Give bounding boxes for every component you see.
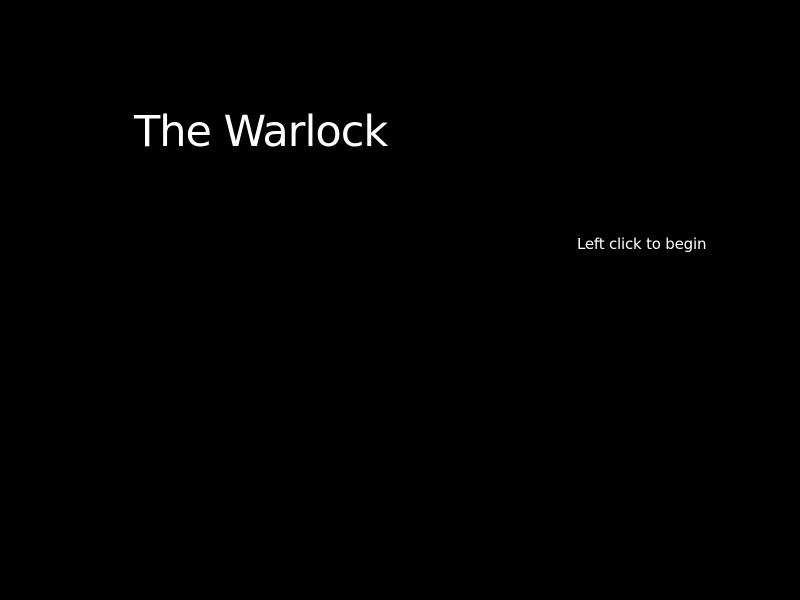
title-screen[interactable]: The Warlock Left click to begin [0,0,800,600]
start-prompt: Left click to begin [577,235,707,253]
game-title: The Warlock [134,107,388,157]
